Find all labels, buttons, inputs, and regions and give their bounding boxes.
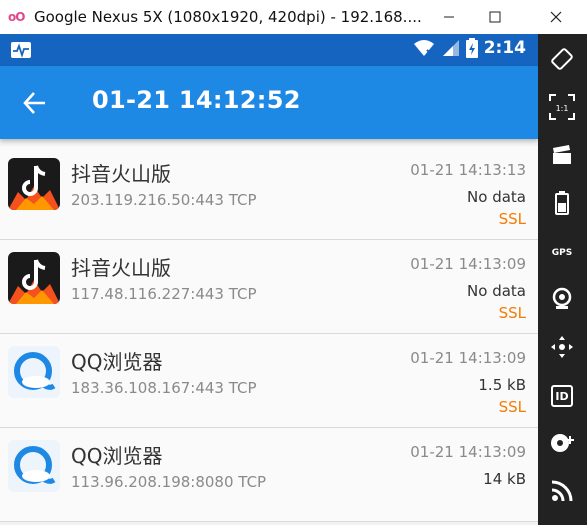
connection-time: 01-21 14:13:09: [410, 255, 526, 273]
clapperboard-icon: [553, 145, 571, 164]
rotate-button[interactable]: [547, 44, 577, 74]
qq-browser-icon: [8, 346, 60, 398]
phone-screen: 2:14 01-21 14:12:52 抖音火山版 203.119.216.50…: [0, 34, 538, 525]
minimize-button[interactable]: [426, 0, 472, 34]
remote-control-button[interactable]: [547, 332, 577, 362]
window-title: Google Nexus 5X (1080x1920, 420dpi) - 19…: [34, 8, 422, 26]
emulator-logo: oO: [8, 10, 25, 24]
back-arrow-icon: [23, 92, 45, 114]
disk-icon: [551, 434, 574, 452]
ssl-badge: SSL: [498, 210, 526, 228]
list-item[interactable]: 抖音火山版 117.48.116.227:443 TCP 01-21 14:13…: [0, 240, 538, 334]
share-feed-button[interactable]: [547, 476, 577, 506]
window-titlebar: oO Google Nexus 5X (1080x1920, 420dpi) -…: [0, 0, 587, 34]
connection-time: 01-21 14:13:13: [410, 161, 526, 179]
connection-size: No data: [467, 282, 526, 300]
emulator-toolbar: 1:1 GPS ID: [538, 34, 587, 525]
camera-button[interactable]: [547, 284, 577, 314]
battery-button[interactable]: [547, 188, 577, 218]
app-bar: 01-21 14:12:52: [0, 66, 538, 139]
gps-icon: GPS: [551, 248, 573, 258]
connection-time: 01-21 14:13:09: [410, 349, 526, 367]
disk-button[interactable]: [547, 428, 577, 458]
minimize-icon: [444, 16, 454, 18]
list-item[interactable]: QQ浏览器 183.36.108.167:443 TCP 01-21 14:13…: [0, 334, 538, 428]
pixel-perfect-button[interactable]: 1:1: [547, 92, 577, 122]
signal-icon: [442, 40, 459, 56]
close-button[interactable]: [533, 0, 579, 34]
connection-size: No data: [467, 188, 526, 206]
maximize-icon: [489, 11, 501, 23]
ssl-badge: SSL: [498, 398, 526, 416]
dpad-icon: [551, 336, 573, 358]
rotate-icon: [551, 48, 573, 70]
battery-icon: [555, 191, 569, 215]
connection-size: 14 kB: [483, 470, 526, 488]
connection-address: 117.48.116.227:443 TCP: [71, 285, 257, 303]
douyin-huoshan-icon: [8, 252, 60, 304]
back-button[interactable]: [22, 90, 48, 116]
connection-address: 183.36.108.167:443 TCP: [71, 379, 257, 397]
maximize-button[interactable]: [472, 0, 518, 34]
connection-address: 113.96.208.198:8080 TCP: [71, 473, 267, 491]
scale-1-1-icon: 1:1: [549, 94, 575, 120]
android-statusbar: 2:14: [0, 34, 538, 66]
list-item[interactable]: 抖音火山版 203.119.216.50:443 TCP 01-21 14:13…: [0, 146, 538, 240]
connection-address: 203.119.216.50:443 TCP: [71, 191, 257, 209]
connection-time: 01-21 14:13:09: [410, 443, 526, 461]
webcam-icon: [552, 287, 572, 309]
app-name: 抖音火山版: [71, 256, 171, 280]
app-name: QQ浏览器: [71, 444, 163, 468]
qq-browser-icon: [8, 440, 60, 492]
app-name: QQ浏览器: [71, 350, 163, 374]
gps-button[interactable]: GPS: [547, 238, 577, 268]
wifi-icon: [413, 40, 434, 57]
page-title: 01-21 14:12:52: [92, 86, 301, 114]
device-id-button[interactable]: ID: [547, 381, 577, 411]
connection-size: 1.5 kB: [478, 376, 526, 394]
rss-icon: [551, 480, 573, 502]
close-icon: [550, 11, 562, 23]
clock: 2:14: [483, 38, 526, 58]
list-item[interactable]: QQ浏览器 113.96.208.198:8080 TCP 01-21 14:1…: [0, 428, 538, 522]
app-name: 抖音火山版: [71, 162, 171, 186]
activity-notification-icon: [10, 41, 32, 63]
svg-text:1:1: 1:1: [556, 104, 569, 113]
battery-charging-icon: [465, 38, 478, 58]
screen-record-button[interactable]: [547, 140, 577, 170]
id-icon: ID: [551, 385, 573, 407]
douyin-huoshan-icon: [8, 158, 60, 210]
connection-list: 抖音火山版 203.119.216.50:443 TCP 01-21 14:13…: [0, 146, 538, 522]
ssl-badge: SSL: [498, 304, 526, 322]
